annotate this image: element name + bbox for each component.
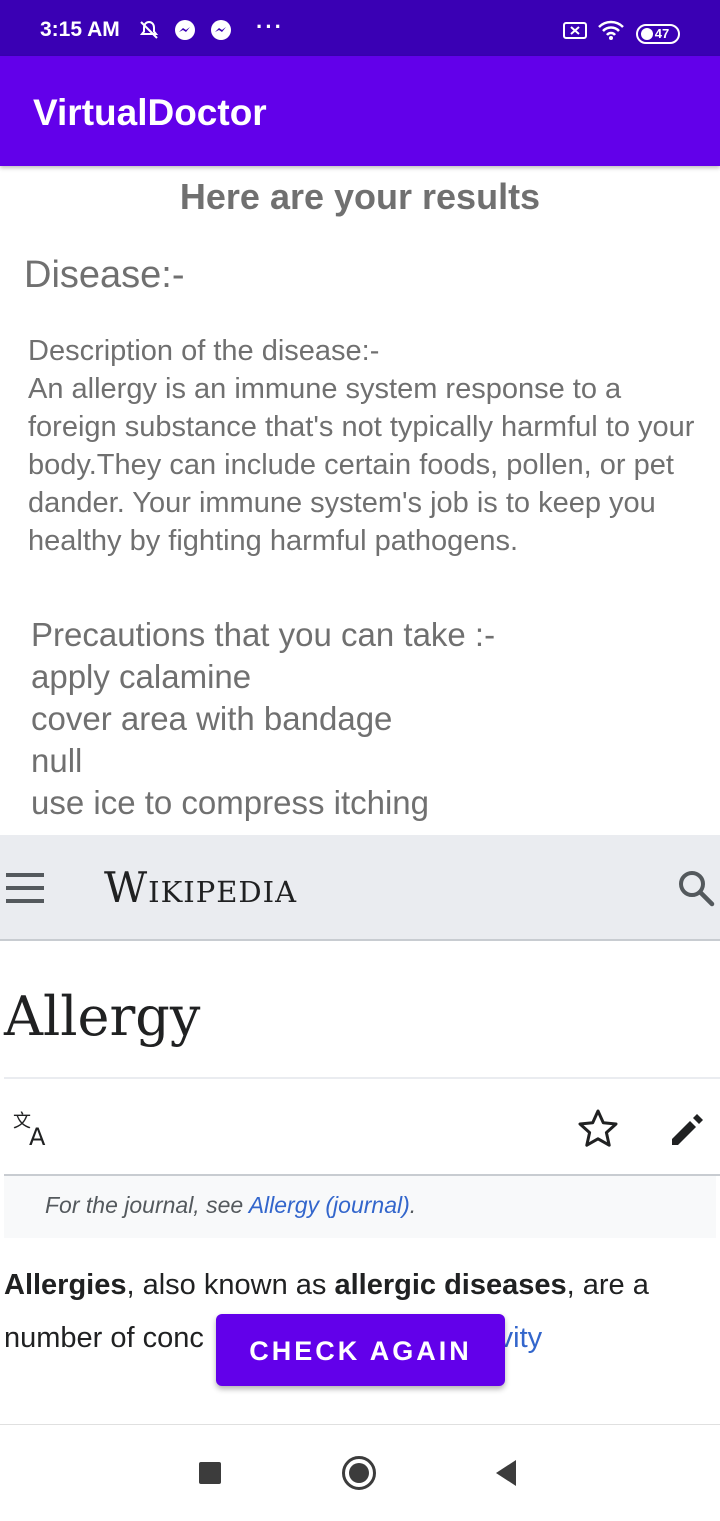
hatnote: For the journal, see Allergy (journal). <box>4 1176 716 1238</box>
precaution-item: cover area with bandage <box>31 700 393 737</box>
battery-indicator: 47 <box>636 24 680 44</box>
disease-label: Disease:- <box>24 254 185 296</box>
status-bar: 3:15 AM ··· 47 <box>0 0 720 56</box>
notifications-off-icon <box>139 20 159 39</box>
battery-level: 47 <box>654 26 670 41</box>
precaution-item: null <box>31 742 83 779</box>
description-text: An allergy is an immune system response … <box>28 373 695 557</box>
recents-icon[interactable] <box>199 1462 221 1484</box>
app-title: VirtualDoctor <box>33 92 267 133</box>
hatnote-text: For the journal, see <box>45 1192 249 1218</box>
precautions-label: Precautions that you can take :- <box>31 616 496 653</box>
hatnote-period: . <box>409 1192 417 1218</box>
home-icon[interactable] <box>341 1455 377 1491</box>
search-icon[interactable] <box>676 868 716 908</box>
language-icon[interactable]: 文 A <box>12 1109 56 1149</box>
allergy-journal-link[interactable]: Allergy (journal) <box>249 1192 410 1218</box>
wifi-icon <box>598 20 624 40</box>
messenger-icon <box>211 20 231 40</box>
back-icon[interactable] <box>494 1458 518 1488</box>
messenger-icon <box>175 20 195 40</box>
bold-term: allergic diseases <box>334 1269 567 1301</box>
sim-off-icon <box>563 22 587 39</box>
hamburger-menu-icon[interactable] <box>6 873 44 903</box>
results-heading: Here are your results <box>179 176 541 217</box>
svg-text:A: A <box>29 1123 46 1149</box>
edit-pencil-icon[interactable] <box>666 1107 710 1151</box>
watch-star-icon[interactable] <box>576 1107 620 1151</box>
bold-term: Allergies <box>4 1269 127 1301</box>
status-time: 3:15 AM <box>40 18 120 41</box>
precautions-section: Precautions that you can take :- apply c… <box>31 614 691 824</box>
article-title: Allergy <box>4 985 201 1048</box>
app-bar: VirtualDoctor <box>0 56 720 166</box>
precaution-item: apply calamine <box>31 658 252 695</box>
description-label: Description of the disease:- <box>28 335 380 367</box>
para-text: , also known as <box>126 1269 335 1301</box>
description-text-box[interactable]: Description of the disease:- An allergy … <box>28 332 700 584</box>
check-again-button[interactable]: CHECK AGAIN <box>216 1314 505 1386</box>
wikipedia-header: Wikipedia <box>0 835 720 941</box>
wikipedia-wordmark[interactable]: Wikipedia <box>104 863 297 912</box>
precaution-item: use ice to compress itching <box>31 784 430 821</box>
divider <box>4 1077 720 1079</box>
more-notifications-icon: ··· <box>256 14 284 39</box>
system-navigation-bar <box>0 1424 720 1521</box>
